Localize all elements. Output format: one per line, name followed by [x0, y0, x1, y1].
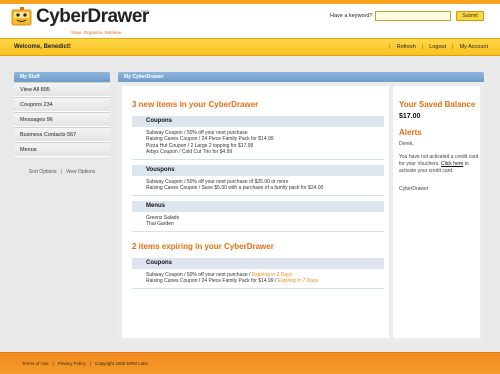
alerts-title: Alerts: [399, 128, 422, 137]
coupon-list: Subway Coupon / 50% off your next purcha…: [146, 130, 274, 155]
activate-card-link[interactable]: Click here: [441, 161, 463, 167]
logout-link[interactable]: Logout: [429, 44, 446, 50]
category-header-menus: Menus: [132, 201, 384, 212]
refresh-link[interactable]: Refresh: [397, 44, 416, 50]
privacy-link[interactable]: Privacy Policy: [58, 361, 86, 366]
divider: [132, 159, 384, 160]
list-item[interactable]: Thai Garden: [146, 221, 179, 227]
new-items-title: 3 new items in your CyberDrawer: [132, 100, 259, 109]
site-footer: Terms of Use | Privacy Policy | Copyrigh…: [0, 352, 500, 374]
saved-balance-title: Your Saved Balance: [399, 100, 476, 109]
item-text: Subway Coupon / 50% off your next purcha…: [146, 272, 252, 278]
my-account-link[interactable]: My Account: [460, 44, 488, 50]
drawer-content: 3 new items in your CyberDrawer Coupons …: [122, 86, 389, 338]
divider: [132, 195, 384, 196]
drawer-logo-icon: [11, 7, 32, 26]
logo-text: CyberDrawer: [36, 6, 149, 27]
footer-separator: |: [89, 361, 91, 366]
list-item[interactable]: Arbys Coupon / Cold Cut Trio for $4.99: [146, 149, 274, 155]
expiring-items-title: 2 items expiring in your CyberDrawer: [132, 242, 274, 251]
sidebar-item-view-all[interactable]: View All 895: [14, 82, 110, 97]
search-input[interactable]: [375, 11, 451, 21]
divider: [132, 231, 384, 232]
main-panel: My CyberDrawer 3 new items in your Cyber…: [118, 72, 484, 342]
alert-greeting: Derek,: [399, 141, 414, 147]
sidebar-item-business-contacts[interactable]: Business Contacts 567: [14, 127, 110, 142]
top-accent-strip: [0, 0, 500, 4]
saved-balance-amount: $17.00: [399, 113, 421, 120]
site-header: CyberDrawer beta Save. Organize. Retriev…: [0, 0, 500, 38]
alert-signature: CyberDrawer: [399, 186, 429, 192]
sidebar: My Stuff View All 895 Coupons 234 Messag…: [14, 72, 110, 175]
footer-separator: |: [52, 361, 54, 366]
beta-badge: beta: [141, 8, 149, 13]
welcome-message: Welcome, Benedict!: [14, 44, 71, 50]
category-header-vouspons: Vouspons: [132, 165, 384, 176]
sidebar-item-messages[interactable]: Messages 96: [14, 112, 110, 127]
copyright-text: Copyright 2008 DRM Labs: [94, 361, 148, 366]
item-text: Raising Canes Coupon / 24 Piece Family P…: [146, 278, 278, 285]
sidebar-item-coupons[interactable]: Coupons 234: [14, 97, 110, 112]
logo[interactable]: CyberDrawer beta Save. Organize. Retriev…: [11, 6, 181, 36]
sidebar-item-menus[interactable]: Menus: [14, 142, 110, 157]
view-options-link[interactable]: View Options: [66, 169, 95, 175]
search-label: Have a keyword?: [330, 13, 373, 19]
logo-tagline: Save. Organize. Retrieve.: [71, 30, 123, 35]
nav-bar: Welcome, Benedict! | Refresh | Logout | …: [0, 38, 500, 56]
voucher-list: Subway Coupon / 50% off your next purcha…: [146, 179, 323, 192]
expiring-coupon-list: Subway Coupon / 50% off your next purcha…: [146, 272, 318, 285]
right-panel: Your Saved Balance $17.00 Alerts Derek, …: [393, 86, 480, 338]
category-header-coupons: Coupons: [132, 116, 384, 127]
expiry-text: Expiring in 7 Days: [277, 278, 319, 285]
nav-separator: |: [389, 44, 391, 50]
list-item[interactable]: Raising Canes Coupon / 24 Piece Family P…: [146, 136, 274, 142]
sort-options-link[interactable]: Sort Options: [29, 169, 57, 175]
account-nav: | Refresh | Logout | My Account: [383, 44, 488, 50]
terms-link[interactable]: Terms of Use: [22, 361, 49, 366]
sidebar-options: Sort Options | View Options: [14, 169, 110, 175]
submit-button[interactable]: Submit: [456, 11, 484, 21]
main-panel-title: My CyberDrawer: [118, 72, 484, 82]
category-header-expiring-coupons: Coupons: [132, 258, 384, 269]
alert-message: You have not activated a credit card for…: [399, 154, 479, 175]
nav-separator: |: [452, 44, 454, 50]
options-separator: |: [60, 169, 62, 175]
menu-list: Greenz Salads Thai Garden: [146, 215, 179, 228]
list-item[interactable]: Raising Canes Coupon / 24 Piece Family P…: [146, 278, 318, 284]
footer-links: Terms of Use | Privacy Policy | Copyrigh…: [22, 361, 148, 366]
sidebar-title: My Stuff: [14, 72, 110, 82]
list-item[interactable]: Raising Canes Coupon / Save $5.00 with a…: [146, 185, 323, 191]
expiry-text: Expiring in 3 Days: [251, 272, 293, 278]
main-panel-body: 3 new items in your CyberDrawer Coupons …: [118, 82, 484, 342]
divider: [132, 288, 384, 289]
nav-separator: |: [421, 44, 424, 50]
